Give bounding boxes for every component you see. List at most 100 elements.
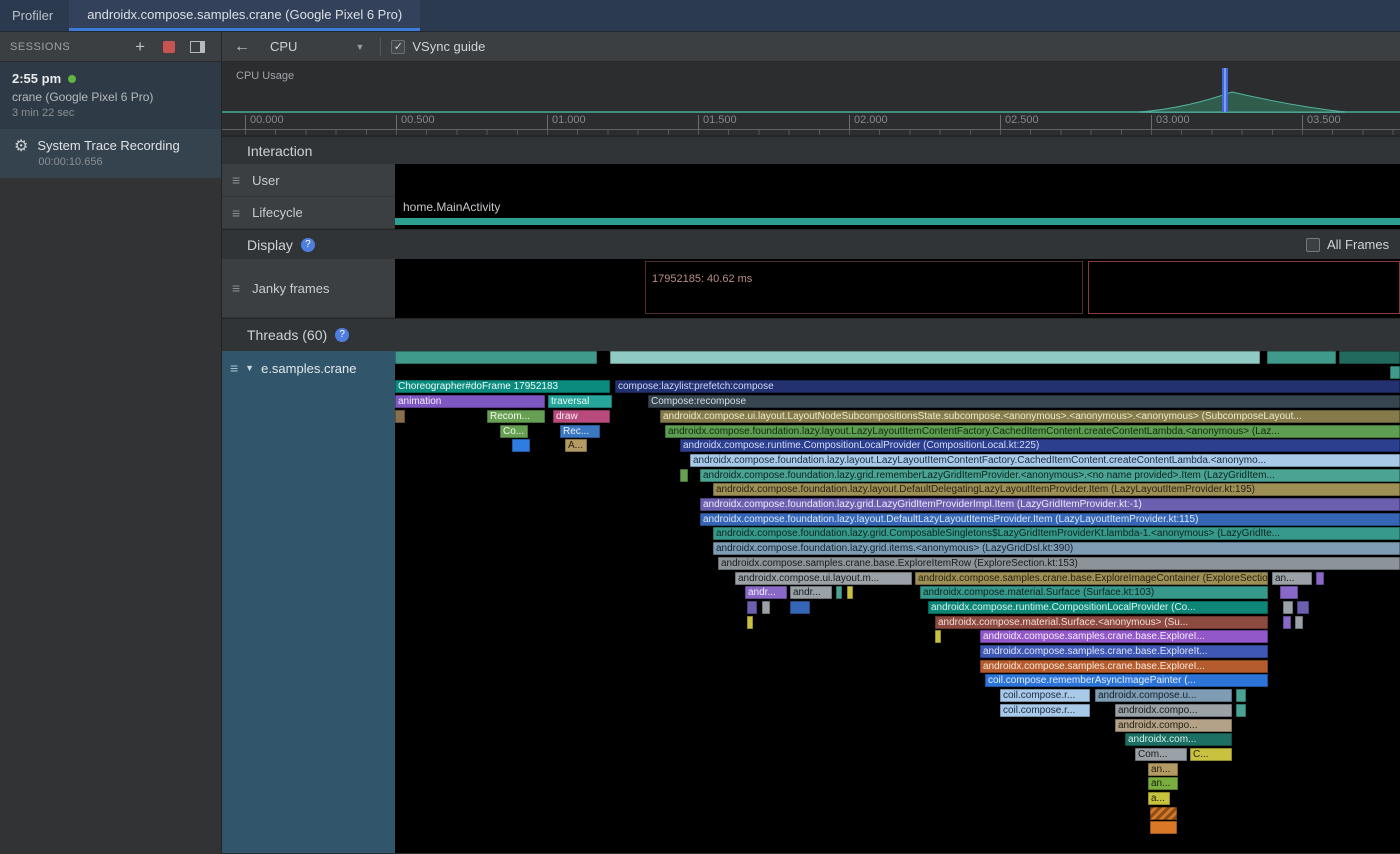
lifecycle-track-label[interactable]: ≡ Lifecycle (222, 197, 395, 229)
flame-bar[interactable]: androidx.compose.foundation.lazy.layout.… (700, 513, 1400, 526)
flame-bar[interactable]: androidx.compo... (1115, 704, 1232, 717)
section-threads[interactable]: Threads (60) ? (222, 318, 1400, 351)
flame-bar[interactable] (1280, 586, 1298, 599)
flame-bar[interactable]: androidx.compose.samples.crane.base.Expl… (980, 630, 1268, 643)
drag-handle-icon[interactable]: ≡ (230, 360, 238, 376)
flame-bar[interactable] (747, 616, 753, 629)
flame-bar[interactable] (935, 630, 941, 643)
flame-bar[interactable]: a... (1148, 792, 1170, 805)
janky-frame[interactable]: 17952185: 40.62 ms (645, 261, 1083, 314)
flame-bar[interactable]: androidx.compose.ui.layout.m... (735, 572, 912, 585)
timeline-ruler[interactable]: 00.00000.50001.00001.50002.00002.50003.0… (222, 113, 1400, 135)
flame-bar[interactable]: androidx.compose.samples.crane.base.Expl… (980, 645, 1268, 658)
flame-bar[interactable]: androidx.compose.foundation.lazy.layout.… (713, 483, 1400, 496)
flame-bar[interactable]: Co... (500, 425, 528, 438)
cpu-usage-strip[interactable]: CPU Usage 00.00000.50001.00001.50002.000… (222, 62, 1400, 136)
flame-bar[interactable] (1295, 616, 1303, 629)
drag-handle-icon[interactable]: ≡ (232, 172, 240, 188)
flame-bar[interactable]: androidx.compose.runtime.CompositionLoca… (680, 439, 1400, 452)
section-interaction[interactable]: Interaction (222, 136, 1400, 164)
flame-bar[interactable] (847, 586, 853, 599)
janky-frame-selected[interactable] (1088, 261, 1400, 314)
flame-bar[interactable] (395, 351, 597, 364)
add-session-icon[interactable]: + (135, 39, 145, 55)
flame-bar[interactable] (1150, 807, 1177, 820)
flame-bar[interactable]: androidx.compose.samples.crane.base.Expl… (718, 557, 1400, 570)
flame-bar[interactable] (1297, 601, 1309, 614)
collapse-thread-icon[interactable]: ▼ (245, 363, 254, 373)
flame-bar[interactable]: androidx.compo... (1115, 719, 1232, 732)
flame-bar[interactable]: Compose:recompose (648, 395, 1400, 408)
flame-bar[interactable] (1267, 351, 1336, 364)
all-frames-checkbox[interactable] (1306, 238, 1320, 252)
flame-bar[interactable] (1150, 821, 1177, 834)
flame-bar[interactable]: andr... (745, 586, 787, 599)
flame-bar[interactable]: androidx.compose.material.Surface (Surfa… (920, 586, 1268, 599)
flame-bar[interactable]: an... (1148, 777, 1178, 790)
flame-bar[interactable] (512, 439, 530, 452)
flame-bar[interactable]: Choreographer#doFrame 17952183 (395, 380, 610, 393)
flame-bar[interactable] (1283, 616, 1291, 629)
flame-bar[interactable] (1236, 689, 1246, 702)
flame-bar[interactable]: androidx.compose.samples.crane.base.Expl… (980, 660, 1268, 673)
flame-bar[interactable] (790, 601, 810, 614)
profiler-type-dropdown[interactable]: CPU ▼ (264, 37, 370, 56)
vsync-checkbox[interactable]: ✓ (391, 40, 405, 54)
help-icon[interactable]: ? (335, 328, 349, 342)
flame-bar[interactable]: androidx.compose.foundation.lazy.grid.La… (700, 498, 1400, 511)
flame-bar[interactable]: androidx.compose.foundation.lazy.layout.… (665, 425, 1400, 438)
drag-handle-icon[interactable]: ≡ (232, 205, 240, 221)
flame-bar[interactable] (1390, 366, 1400, 379)
flame-bar[interactable]: compose:lazylist:prefetch:compose (615, 380, 1400, 393)
flame-bar[interactable]: coil.compose.r... (1000, 689, 1090, 702)
flame-bar[interactable] (1316, 572, 1324, 585)
flame-bar[interactable]: andr... (790, 586, 832, 599)
drag-handle-icon[interactable]: ≡ (232, 280, 240, 296)
flame-bar[interactable] (1236, 704, 1246, 717)
flame-bar[interactable] (680, 469, 688, 482)
lifecycle-track[interactable]: home.MainActivity (395, 197, 1400, 229)
back-arrow-icon[interactable]: ← (234, 38, 250, 56)
flame-bar[interactable] (1283, 601, 1293, 614)
flame-bar[interactable]: coil.compose.r... (1000, 704, 1090, 717)
flame-bar[interactable]: androidx.compose.runtime.CompositionLoca… (928, 601, 1268, 614)
flame-bar[interactable] (610, 351, 1260, 364)
session-tab[interactable]: androidx.compose.samples.crane (Google P… (69, 0, 420, 31)
flame-bar[interactable]: an... (1272, 572, 1312, 585)
flame-bar[interactable]: androidx.compose.ui.layout.LayoutNodeSub… (660, 410, 1400, 423)
user-track[interactable] (395, 164, 1400, 197)
activity-lifecycle-bar[interactable] (395, 218, 1400, 225)
flame-bar[interactable]: A... (565, 439, 587, 452)
user-track-label[interactable]: ≡ User (222, 164, 395, 197)
janky-track[interactable]: 17952185: 40.62 ms (395, 259, 1400, 318)
collapse-panel-icon[interactable] (190, 41, 205, 53)
flame-bar[interactable]: androidx.compose.u... (1095, 689, 1232, 702)
flame-bar[interactable]: Recom... (487, 410, 545, 423)
flame-bar[interactable] (747, 601, 757, 614)
section-display[interactable]: Display ? All Frames (222, 229, 1400, 259)
flame-bar[interactable]: androidx.compose.foundation.lazy.grid.re… (700, 469, 1400, 482)
flame-bar[interactable]: androidx.compose.foundation.lazy.grid.Co… (713, 527, 1400, 540)
flame-bar[interactable] (395, 410, 405, 423)
flame-bar[interactable]: androidx.compose.material.Surface.<anony… (935, 616, 1268, 629)
flame-bar[interactable] (762, 601, 770, 614)
flame-bar[interactable]: C... (1190, 748, 1232, 761)
flame-bar[interactable]: androidx.com... (1125, 733, 1232, 746)
flame-bar[interactable]: traversal (548, 395, 612, 408)
flame-bar[interactable]: Com... (1135, 748, 1187, 761)
stop-recording-icon[interactable] (163, 41, 175, 53)
flame-bar[interactable]: androidx.compose.foundation.lazy.layout.… (690, 454, 1400, 467)
flame-bar[interactable]: animation (395, 395, 545, 408)
flame-bar[interactable]: Rec... (560, 425, 600, 438)
session-card[interactable]: 2:55 pm crane (Google Pixel 6 Pro) 3 min… (0, 62, 221, 129)
flame-bar[interactable]: androidx.compose.samples.crane.base.Expl… (915, 572, 1268, 585)
flame-chart[interactable]: Choreographer#doFrame 17952183 compose:la… (395, 351, 1400, 853)
flame-bar[interactable] (1339, 351, 1400, 364)
flame-bar[interactable]: coil.compose.rememberAsyncImagePainter (… (985, 674, 1268, 687)
janky-track-label[interactable]: ≡ Janky frames (222, 259, 395, 318)
flame-bar[interactable]: draw (553, 410, 610, 423)
recording-item[interactable]: ⚙ System Trace Recording 00:00:10.656 (0, 129, 221, 178)
flame-bar[interactable]: an... (1148, 763, 1178, 776)
flame-bar[interactable]: androidx.compose.foundation.lazy.grid.it… (713, 542, 1400, 555)
thread-label-column[interactable]: ≡ ▼ e.samples.crane (222, 351, 395, 853)
